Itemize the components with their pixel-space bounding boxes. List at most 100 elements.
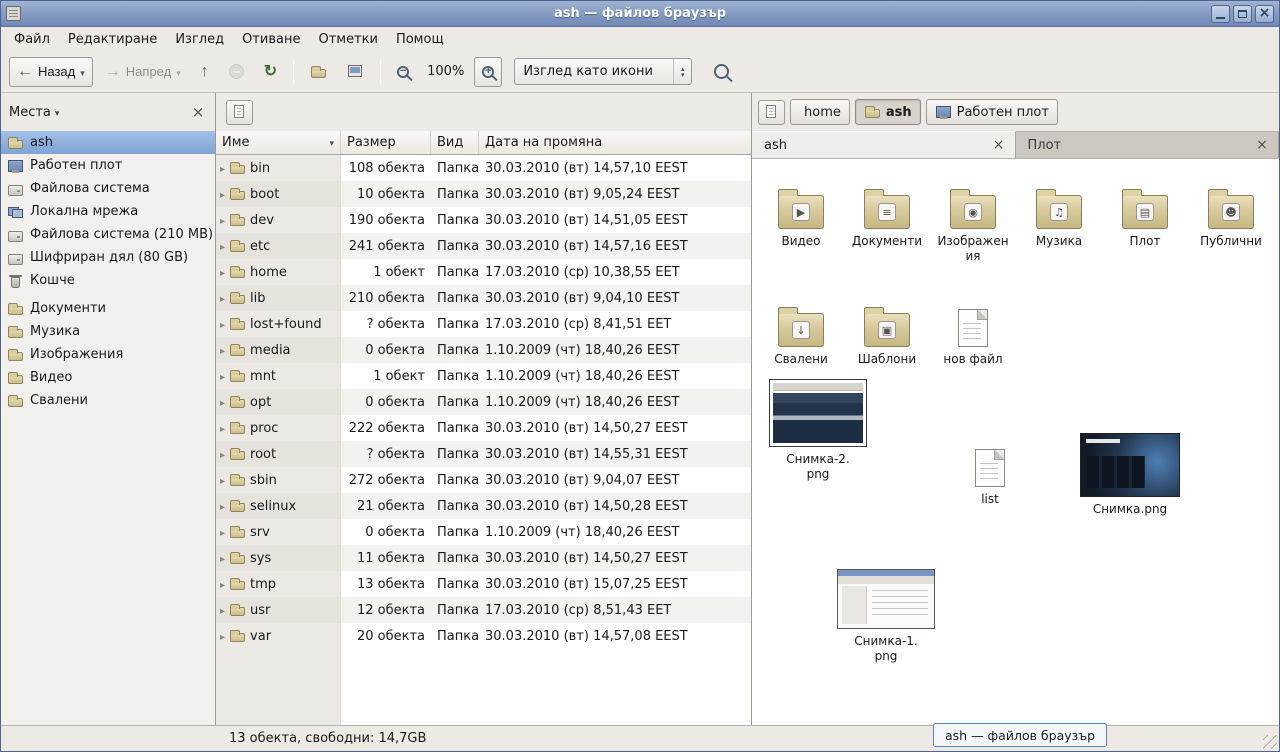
column-header-size[interactable]: Размер	[341, 131, 431, 154]
table-row[interactable]: tmp 13 обекта Папка 30.03.2010 (вт) 15,0…	[216, 571, 751, 597]
column-header-date[interactable]: Дата на промяна	[479, 131, 751, 154]
table-row[interactable]: dev 190 обекта Папка 30.03.2010 (вт) 14,…	[216, 207, 751, 233]
close-icon[interactable]	[991, 137, 1007, 153]
icon-view-item[interactable]: ▤ Плот	[1102, 173, 1188, 291]
zoom-in-button[interactable]	[474, 57, 502, 87]
expander-icon[interactable]	[220, 421, 225, 436]
close-button[interactable]	[1255, 5, 1274, 23]
icon-view-item[interactable]: нов файл	[930, 291, 1016, 409]
sidebar-item[interactable]: Изображения	[1, 343, 215, 366]
resize-grip[interactable]	[1263, 735, 1277, 749]
tab[interactable]: ash	[752, 131, 1016, 158]
sidebar-item[interactable]: Кошче	[1, 269, 215, 292]
tab[interactable]: Плот	[1016, 131, 1280, 158]
menu-item[interactable]: Помощ	[387, 30, 453, 49]
minimize-button[interactable]	[1211, 5, 1230, 23]
expander-icon[interactable]	[220, 499, 225, 514]
icon-view-item[interactable]: Снимка.png	[1075, 433, 1185, 517]
table-row[interactable]: sbin 272 обекта Папка 30.03.2010 (вт) 9,…	[216, 467, 751, 493]
menu-item[interactable]: Отметки	[309, 30, 386, 49]
expander-icon[interactable]	[220, 395, 225, 410]
expander-icon[interactable]	[220, 551, 225, 566]
icon-view-item[interactable]: Снимка-2.png	[763, 379, 873, 482]
table-row[interactable]: sys 11 обекта Папка 30.03.2010 (вт) 14,5…	[216, 545, 751, 571]
reload-button[interactable]	[256, 57, 285, 87]
sidebar-item[interactable]: Файлова система (210 MB)	[1, 223, 215, 246]
sidebar-close-button[interactable]	[189, 103, 207, 121]
column-header-name[interactable]: Име	[216, 131, 341, 154]
expander-icon[interactable]	[220, 603, 225, 618]
forward-button[interactable]: Напред	[97, 57, 189, 87]
sidebar-item[interactable]: Файлова система	[1, 177, 215, 200]
table-row[interactable]: etc 241 обекта Папка 30.03.2010 (вт) 14,…	[216, 233, 751, 259]
stop-button[interactable]	[221, 57, 252, 87]
menu-item[interactable]: Файл	[5, 30, 59, 49]
expander-icon[interactable]	[220, 473, 225, 488]
menu-item[interactable]: Изглед	[166, 30, 233, 49]
icon-view-item[interactable]: ☻ Публични	[1188, 173, 1274, 291]
icon-view-item[interactable]: ▶ Видео	[758, 173, 844, 291]
icon-view[interactable]: ▶ Видео ≡ Документи ◉	[752, 159, 1279, 725]
table-row[interactable]: lib 210 обекта Папка 30.03.2010 (вт) 9,0…	[216, 285, 751, 311]
view-mode-select[interactable]: Изглед като икони	[514, 58, 692, 85]
icon-view-item[interactable]: Снимка-1.png	[831, 569, 941, 664]
table-row[interactable]: bin 108 обекта Папка 30.03.2010 (вт) 14,…	[216, 155, 751, 181]
menu-item[interactable]: Редактиране	[59, 30, 166, 49]
location-button[interactable]	[226, 100, 253, 125]
table-row[interactable]: mnt 1 обект Папка 1.10.2009 (чт) 18,40,2…	[216, 363, 751, 389]
sidebar-item[interactable]: Шифриран дял (80 GB)	[1, 246, 215, 269]
sidebar-item[interactable]: Документи	[1, 297, 215, 320]
table-row[interactable]: selinux 21 обекта Папка 30.03.2010 (вт) …	[216, 493, 751, 519]
icon-view-item[interactable]: ♫ Музика	[1016, 173, 1102, 291]
table-row[interactable]: boot 10 обекта Папка 30.03.2010 (вт) 9,0…	[216, 181, 751, 207]
expander-icon[interactable]	[220, 447, 225, 462]
icon-view-item[interactable]: list	[955, 449, 1025, 507]
expander-icon[interactable]	[220, 239, 225, 254]
computer-button[interactable]	[339, 57, 372, 87]
menu-item[interactable]: Отиване	[233, 30, 309, 49]
zoom-out-button[interactable]	[389, 57, 417, 87]
icon-view-item[interactable]: ◉ Изображения	[930, 173, 1016, 291]
close-icon[interactable]	[1254, 137, 1270, 153]
expander-icon[interactable]	[220, 187, 225, 202]
taskbar-window-button[interactable]: ash — файлов браузър	[933, 723, 1107, 747]
search-button[interactable]	[706, 57, 737, 87]
expander-icon[interactable]	[220, 213, 225, 228]
table-row[interactable]: srv 0 обекта Папка 1.10.2009 (чт) 18,40,…	[216, 519, 751, 545]
table-row[interactable]: proc 222 обекта Папка 30.03.2010 (вт) 14…	[216, 415, 751, 441]
expander-icon[interactable]	[220, 291, 225, 306]
breadcrumb-button[interactable]: ash	[855, 99, 921, 125]
sidebar-item[interactable]: Видео	[1, 366, 215, 389]
home-button[interactable]	[302, 57, 335, 87]
table-row[interactable]: home 1 обект Папка 17.03.2010 (ср) 10,38…	[216, 259, 751, 285]
expander-icon[interactable]	[220, 161, 225, 176]
column-header-type[interactable]: Вид	[431, 131, 479, 154]
expander-icon[interactable]	[220, 317, 225, 332]
breadcrumb-button[interactable]: home	[790, 99, 850, 125]
maximize-button[interactable]	[1233, 5, 1252, 23]
location-button[interactable]	[758, 100, 785, 125]
table-row[interactable]: var 20 обекта Папка 30.03.2010 (вт) 14,5…	[216, 623, 751, 649]
expander-icon[interactable]	[220, 343, 225, 358]
expander-icon[interactable]	[220, 629, 225, 644]
sidebar-item[interactable]: ash	[1, 131, 215, 154]
sidebar-item[interactable]: Локална мрежа	[1, 200, 215, 223]
sidebar-item[interactable]: Музика	[1, 320, 215, 343]
expander-icon[interactable]	[220, 369, 225, 384]
table-row[interactable]: opt 0 обекта Папка 1.10.2009 (чт) 18,40,…	[216, 389, 751, 415]
table-row[interactable]: media 0 обекта Папка 1.10.2009 (чт) 18,4…	[216, 337, 751, 363]
sidebar-title-select[interactable]: Места	[9, 105, 59, 120]
file-name: srv	[250, 525, 270, 540]
table-row[interactable]: usr 12 обекта Папка 17.03.2010 (ср) 8,51…	[216, 597, 751, 623]
sidebar-item[interactable]: Работен плот	[1, 154, 215, 177]
back-button[interactable]: Назад	[9, 57, 93, 87]
expander-icon[interactable]	[220, 265, 225, 280]
icon-view-item[interactable]: ≡ Документи	[844, 173, 930, 291]
expander-icon[interactable]	[220, 525, 225, 540]
table-row[interactable]: lost+found ? обекта Папка 17.03.2010 (ср…	[216, 311, 751, 337]
up-button[interactable]	[193, 57, 217, 87]
breadcrumb-button[interactable]: Работен плот	[926, 99, 1058, 125]
table-row[interactable]: root ? обекта Папка 30.03.2010 (вт) 14,5…	[216, 441, 751, 467]
expander-icon[interactable]	[220, 577, 225, 592]
sidebar-item[interactable]: Свалени	[1, 389, 215, 412]
